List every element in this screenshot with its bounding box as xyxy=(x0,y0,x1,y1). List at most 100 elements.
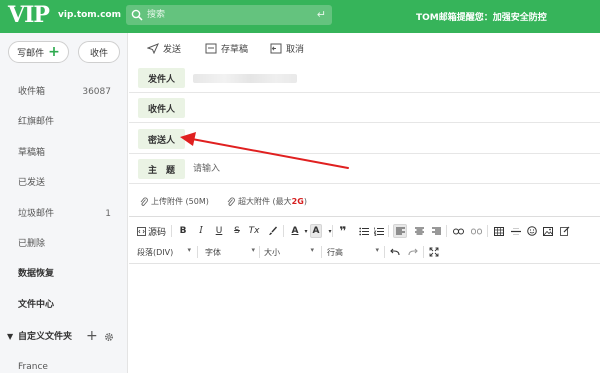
subject-label: 主 题 xyxy=(138,159,185,179)
send-button[interactable]: 发送 xyxy=(147,41,181,55)
subject-field[interactable] xyxy=(193,161,573,177)
paperclip-icon xyxy=(140,197,148,206)
bcc-label[interactable]: 密送人 xyxy=(138,129,185,149)
compose-button[interactable]: 写邮件 + xyxy=(8,41,69,63)
align-center-icon[interactable] xyxy=(413,224,425,238)
folder-data-recovery[interactable]: 数据恢复 xyxy=(0,264,127,284)
security-notice[interactable]: TOM邮箱提醒您：加强安全防控 xyxy=(416,10,547,23)
folder-flagged[interactable]: 红旗邮件 xyxy=(0,112,127,132)
caret-down-icon[interactable]: ▼ xyxy=(7,327,13,347)
to-field[interactable] xyxy=(193,100,573,116)
italic-button[interactable]: I xyxy=(195,224,207,238)
upload-attachment-link[interactable]: 上传附件 (50M) xyxy=(140,196,209,207)
caret-down-icon: ▾ xyxy=(251,246,255,254)
sidebar: 写邮件 + 收件 收件箱 36087 红旗邮件 草稿箱 已发送 垃圾邮件 1 已… xyxy=(0,33,128,373)
send-icon xyxy=(147,42,159,54)
bold-button[interactable]: B xyxy=(177,224,189,238)
redo-icon[interactable] xyxy=(407,245,419,259)
search-input[interactable] xyxy=(147,8,307,22)
folder-spam[interactable]: 垃圾邮件 1 xyxy=(0,204,127,224)
save-draft-button[interactable]: 存草稿 xyxy=(205,41,248,55)
paragraph-select-label: 段落(DIV) xyxy=(137,247,174,257)
search-icon xyxy=(131,9,143,21)
attachment-bar: 上传附件 (50M) 超大附件 (最大 2G) xyxy=(129,186,600,216)
top-header: VIP vip.tom.com ↵ TOM邮箱提醒您：加强安全防控 xyxy=(0,0,600,33)
folder-sent[interactable]: 已发送 xyxy=(0,173,127,193)
source-code-icon xyxy=(137,226,146,236)
unlink-icon[interactable] xyxy=(470,224,482,238)
editor-toolbar-row-1: 源码 B I U S Tx A ▾ A ▾ ❞ xyxy=(129,221,600,241)
bulleted-list-icon[interactable] xyxy=(358,224,370,238)
folder-label: 已删除 xyxy=(18,239,46,249)
background-color-button[interactable]: A xyxy=(310,224,322,238)
subject-row: 主 题 xyxy=(129,154,600,184)
custom-folder-item[interactable]: France xyxy=(0,357,127,377)
folder-drafts[interactable]: 草稿箱 xyxy=(0,143,127,163)
line-height-select[interactable]: 行高 ▾ xyxy=(327,245,379,259)
folder-inbox[interactable]: 收件箱 36087 xyxy=(0,82,127,102)
spam-count: 1 xyxy=(105,209,111,219)
undo-icon[interactable] xyxy=(389,245,401,259)
cancel-button[interactable]: 取消 xyxy=(270,41,304,55)
image-icon[interactable] xyxy=(542,224,554,238)
toolbar-divider xyxy=(197,246,198,258)
search-box[interactable]: ↵ xyxy=(126,5,332,25)
font-select-label: 字体 xyxy=(205,247,221,257)
folder-label: 收件箱 xyxy=(18,87,46,97)
vip-logo[interactable]: VIP xyxy=(8,3,50,27)
toolbar-divider xyxy=(423,246,424,258)
brush-icon[interactable] xyxy=(267,224,279,238)
caret-down-icon: ▾ xyxy=(310,246,314,254)
strikethrough-button[interactable]: S xyxy=(231,224,243,238)
toolbar-divider xyxy=(259,246,260,258)
font-select[interactable]: 字体 ▾ xyxy=(205,245,255,259)
compose-toolbar: 发送 存草稿 取消 xyxy=(129,33,600,63)
draft-icon xyxy=(205,43,217,53)
line-height-select-label: 行高 xyxy=(327,247,343,257)
emoji-icon[interactable] xyxy=(526,224,538,238)
toolbar-divider xyxy=(171,225,172,237)
clear-format-button[interactable]: Tx xyxy=(248,224,260,238)
large-attachment-size: 2G xyxy=(291,197,304,206)
underline-button[interactable]: U xyxy=(213,224,225,238)
custom-folders-header[interactable]: ▼ 自定义文件夹 + xyxy=(0,327,127,347)
numbered-list-icon[interactable] xyxy=(373,224,385,238)
folder-deleted[interactable]: 已删除 xyxy=(0,234,127,254)
folder-label: 草稿箱 xyxy=(18,148,46,158)
to-label[interactable]: 收件人 xyxy=(138,98,185,118)
source-button[interactable]: 源码 xyxy=(137,224,166,238)
add-folder-icon[interactable]: + xyxy=(86,326,98,346)
large-attachment-link[interactable]: 超大附件 (最大 2G) xyxy=(227,196,307,207)
inbox-count: 36087 xyxy=(82,87,111,97)
caret-down-icon: ▾ xyxy=(187,246,191,254)
align-right-icon[interactable] xyxy=(430,224,442,238)
large-attachment-label: 超大附件 (最大 xyxy=(238,197,292,206)
horizontal-rule-icon[interactable] xyxy=(510,224,522,238)
enter-icon[interactable]: ↵ xyxy=(317,8,326,21)
toolbar-divider xyxy=(384,246,385,258)
link-icon[interactable] xyxy=(452,224,464,238)
gear-icon[interactable] xyxy=(104,332,114,342)
cancel-label: 取消 xyxy=(286,44,305,55)
folder-label: 文件中心 xyxy=(18,300,55,310)
caret-down-icon[interactable]: ▾ xyxy=(324,224,336,238)
toolbar-divider xyxy=(487,225,488,237)
bcc-field[interactable] xyxy=(193,131,573,147)
from-label[interactable]: 发件人 xyxy=(138,68,185,88)
quote-button[interactable]: ❞ xyxy=(337,224,349,238)
font-size-select[interactable]: 大小 ▾ xyxy=(264,245,314,259)
edit-icon[interactable] xyxy=(559,224,571,238)
folder-label: France xyxy=(18,362,48,372)
fullscreen-icon[interactable] xyxy=(428,245,440,259)
folder-file-center[interactable]: 文件中心 xyxy=(0,295,127,315)
receive-button[interactable]: 收件 xyxy=(78,41,120,63)
align-left-icon[interactable] xyxy=(393,224,407,238)
upload-label: 上传附件 (50M) xyxy=(151,197,209,206)
toolbar-divider xyxy=(446,225,447,237)
paragraph-select[interactable]: 段落(DIV) ▾ xyxy=(137,245,191,259)
message-editor[interactable]: 源码 B I U S Tx A ▾ A ▾ ❞ 段落(DIV) ▾ 字体 ▾ 大… xyxy=(129,216,600,373)
table-icon[interactable] xyxy=(493,224,505,238)
from-row: 发件人 xyxy=(129,63,600,93)
custom-folders-label: 自定义文件夹 xyxy=(18,332,73,342)
bcc-row: 密送人 xyxy=(129,124,600,154)
